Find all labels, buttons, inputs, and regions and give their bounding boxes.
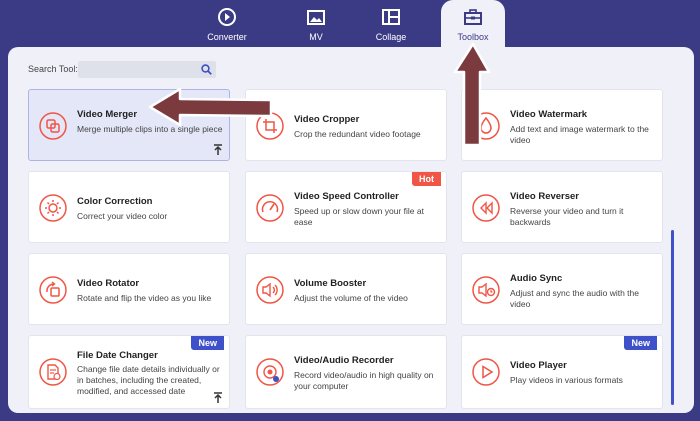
arrow-to-video-merger — [148, 87, 273, 127]
annotation-arrows — [148, 42, 491, 147]
arrow-to-toolbox — [453, 42, 491, 147]
